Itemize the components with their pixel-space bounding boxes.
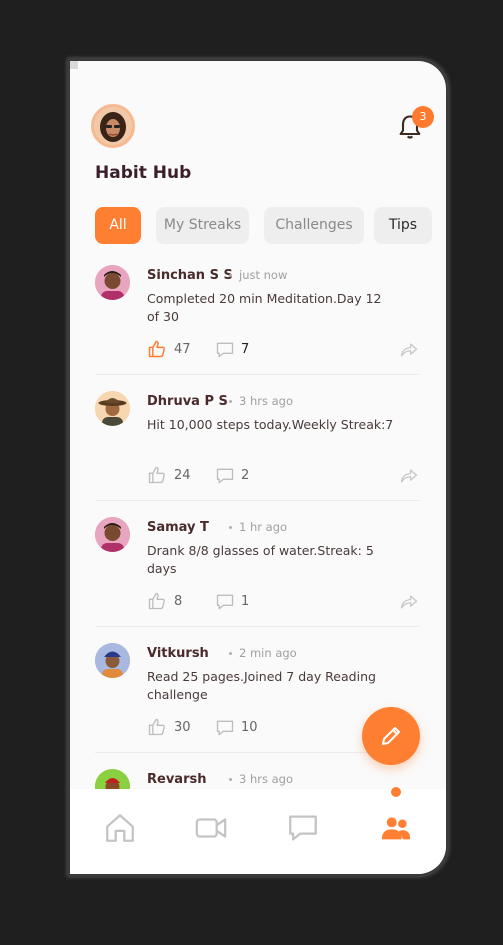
post-divider	[95, 374, 419, 375]
post-time: just now	[239, 268, 288, 282]
active-nav-indicator	[391, 787, 401, 797]
tab-all[interactable]: All	[95, 207, 141, 244]
post-text: Completed 20 min Meditation.Day 12 of 30	[147, 291, 382, 324]
share-icon[interactable]	[399, 592, 419, 612]
like-icon[interactable]	[147, 465, 167, 485]
post-text: Drank 8/8 glasses of water.Streak: 5 day…	[147, 543, 374, 576]
comment-icon[interactable]	[215, 466, 235, 486]
post-time: 3 hrs ago	[239, 772, 294, 786]
like-count: 24	[174, 468, 191, 483]
post-author[interactable]: Revarsh	[147, 772, 206, 787]
post-text: Read 25 pages.Joined 7 day Reading chall…	[147, 669, 376, 702]
user-avatar[interactable]	[95, 517, 130, 552]
comment-count: 10	[241, 720, 258, 735]
community-icon[interactable]	[379, 811, 413, 845]
bottom-nav	[70, 789, 446, 874]
post-divider	[95, 500, 419, 501]
like-count: 8	[174, 594, 183, 609]
user-avatar[interactable]	[95, 265, 130, 300]
app-screen: 3 Habit Hub All My Streaks Challenges Ti…	[70, 61, 446, 874]
like-icon[interactable]	[147, 591, 167, 611]
post-time: 2 min ago	[239, 646, 297, 660]
separator-dot	[229, 652, 232, 655]
feed-post: Sinchan S S just now Completed 20 min Me…	[95, 265, 419, 375]
post-author[interactable]: Vitkursh	[147, 646, 209, 661]
comment-icon[interactable]	[215, 340, 235, 360]
feed-post: Samay T 1 hr ago Drank 8/8 glasses of wa…	[95, 517, 419, 627]
tab-challenges[interactable]: Challenges	[264, 207, 364, 244]
post-time: 3 hrs ago	[239, 394, 294, 408]
comment-count: 1	[241, 594, 250, 609]
tab-my-streaks[interactable]: My Streaks	[156, 207, 249, 244]
post-author[interactable]: Sinchan S S	[147, 268, 233, 283]
like-icon[interactable]	[147, 717, 167, 737]
post-time: 1 hr ago	[239, 520, 288, 534]
page-title: Habit Hub	[95, 163, 192, 183]
separator-dot	[229, 400, 232, 403]
separator-dot	[229, 274, 232, 277]
comment-icon[interactable]	[215, 718, 235, 738]
post-author[interactable]: Samay T	[147, 520, 209, 535]
user-avatar[interactable]	[95, 391, 130, 426]
notification-badge: 3	[412, 106, 434, 128]
home-icon[interactable]	[103, 811, 137, 845]
tab-tips[interactable]: Tips	[374, 207, 432, 244]
post-text: Hit 10,000 steps today.Weekly Streak:7	[147, 417, 394, 432]
user-avatar[interactable]	[95, 643, 130, 678]
comment-icon[interactable]	[215, 592, 235, 612]
profile-avatar[interactable]	[91, 104, 135, 148]
share-icon[interactable]	[399, 340, 419, 360]
compose-button[interactable]	[362, 707, 420, 765]
frame-corner	[70, 61, 78, 69]
like-count: 47	[174, 342, 191, 357]
share-icon[interactable]	[399, 466, 419, 486]
comment-count: 2	[241, 468, 250, 483]
separator-dot	[229, 526, 232, 529]
chat-icon[interactable]	[286, 811, 320, 845]
video-icon[interactable]	[194, 811, 228, 845]
comment-count: 7	[241, 342, 250, 357]
separator-dot	[229, 778, 232, 781]
post-author[interactable]: Dhruva P S	[147, 394, 228, 409]
post-divider	[95, 626, 419, 627]
like-icon-active[interactable]	[147, 339, 167, 359]
like-count: 30	[174, 720, 191, 735]
pencil-icon	[382, 727, 400, 745]
feed-post: Dhruva P S 3 hrs ago Hit 10,000 steps to…	[95, 391, 419, 501]
